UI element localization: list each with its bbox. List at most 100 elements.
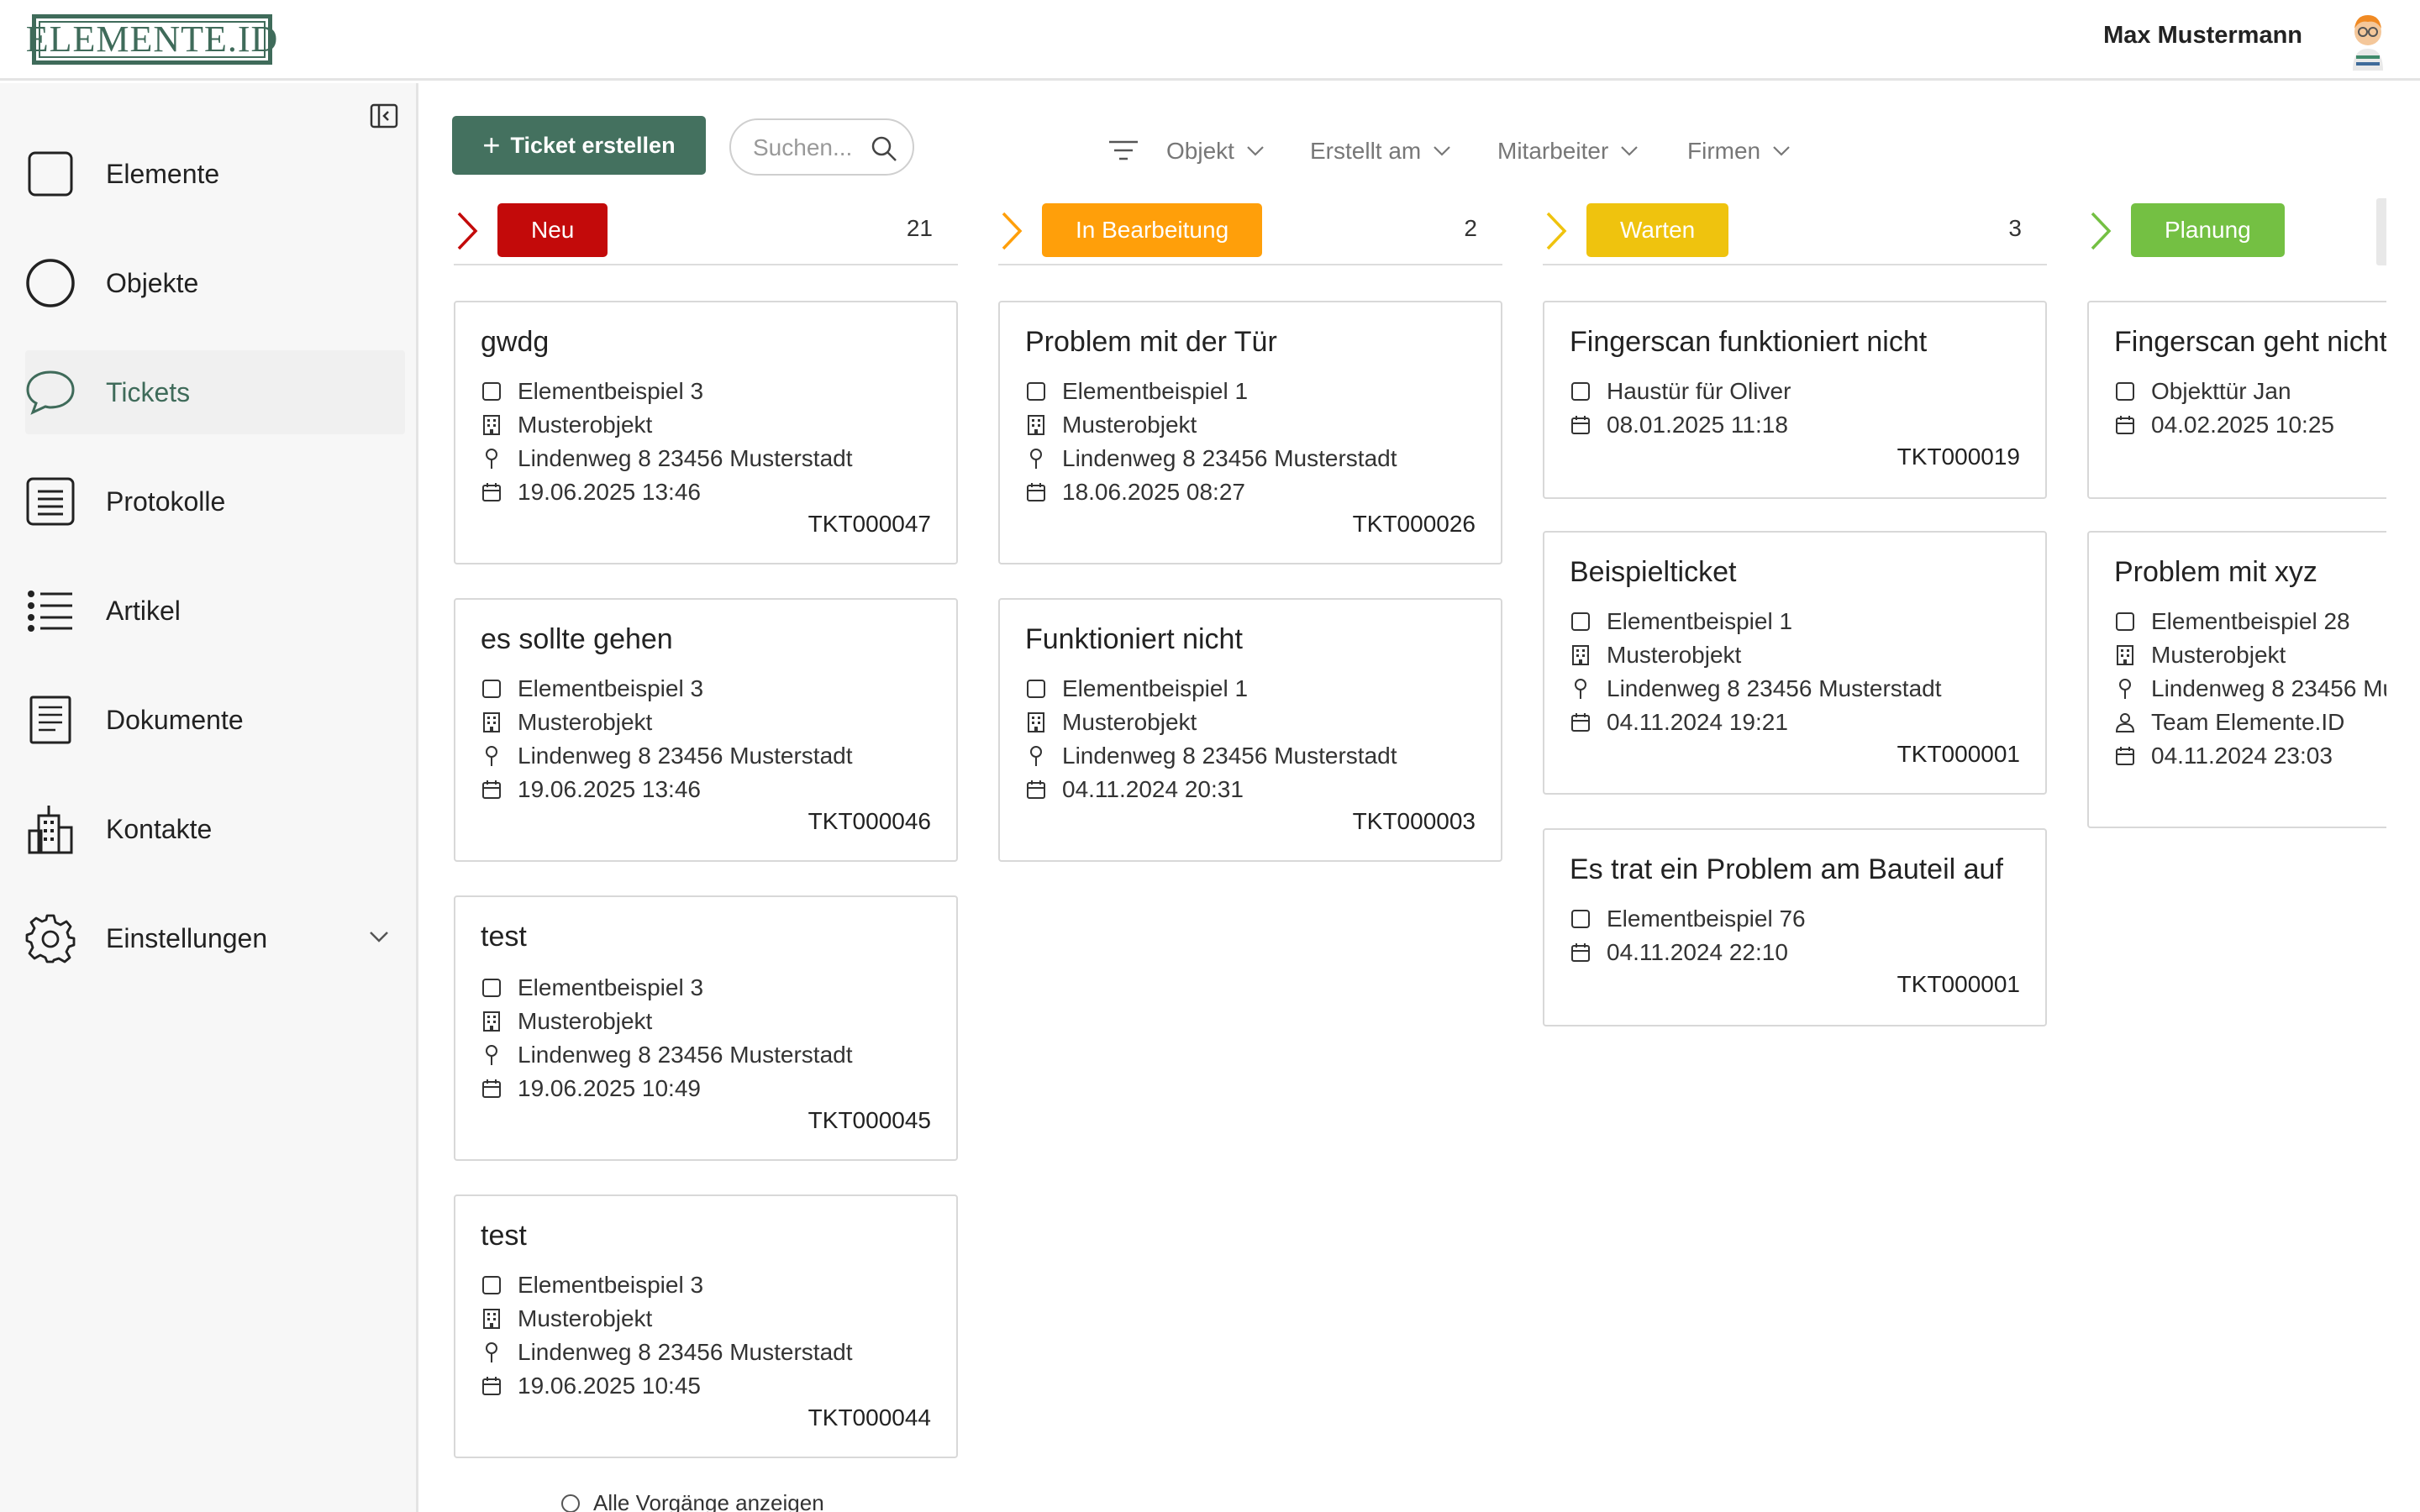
ticket-element: Elementbeispiel 3	[481, 672, 703, 706]
column-neu: Neu 21 gwdg Elementbeispiel 3 Musterobje…	[454, 203, 958, 1458]
ticket-object-text: Musterobjekt	[518, 412, 653, 438]
column-in-bearbeitung: In Bearbeitung 2 Problem mit der Tür Ele…	[998, 203, 1502, 862]
ticket-element: Objekttür Jan	[2114, 375, 2291, 408]
ticket-object: Musterobjekt	[481, 1005, 652, 1038]
ticket-date-text: 04.11.2024 19:21	[1607, 709, 1788, 735]
ticket-date-text: 19.06.2025 10:49	[518, 1075, 701, 1101]
map-pin-icon	[481, 1341, 502, 1363]
horizontal-scroll-indicator[interactable]	[2376, 198, 2386, 265]
ticket-date-text: 08.01.2025 11:18	[1607, 412, 1788, 438]
chevron-right-icon[interactable]	[2089, 210, 2112, 252]
ticket-address: Lindenweg 8 23456 Musterstadt	[1025, 739, 1397, 773]
chevron-right-icon[interactable]	[1000, 210, 1023, 252]
ticket-address: Lindenweg 8 23456 Musterstadt	[481, 1038, 853, 1072]
ticket-board: Neu 21 gwdg Elementbeispiel 3 Musterobje…	[0, 0, 2386, 1512]
ticket-date-text: 18.06.2025 08:27	[1062, 479, 1245, 505]
ticket-date: 04.11.2024 20:31	[1025, 773, 1244, 806]
ticket-card[interactable]: Funktioniert nicht Elementbeispiel 1 Mus…	[998, 598, 1502, 862]
status-badge: Planung	[2131, 203, 2285, 257]
ticket-address-text: Lindenweg 8 23456 Musterstadt	[518, 1042, 853, 1068]
ticket-element: Elementbeispiel 76	[1570, 902, 1806, 936]
ticket-card[interactable]: Es trat ein Problem am Bauteil auf Eleme…	[1543, 828, 2047, 1026]
map-pin-icon	[1025, 448, 1047, 470]
square-icon	[481, 977, 502, 999]
ticket-date: 04.02.2025 10:25	[2114, 408, 2334, 442]
calendar-icon	[481, 481, 502, 503]
ticket-object-text: Musterobjekt	[1062, 412, 1197, 438]
ticket-object: Musterobjekt	[1025, 706, 1197, 739]
ticket-element-text: Objekttür Jan	[2151, 378, 2291, 404]
calendar-icon	[2114, 745, 2136, 767]
ticket-address-text: Lindenweg 8 23456 Musterstadt	[2151, 675, 2386, 701]
status-badge: In Bearbeitung	[1042, 203, 1263, 257]
ticket-date-text: 04.11.2024 22:10	[1607, 939, 1788, 965]
ticket-title: Problem mit der Tür	[1025, 326, 1277, 358]
ticket-date: 04.11.2024 23:03	[2114, 739, 2333, 773]
column-planung: Planung Fingerscan geht nicht Objekttür …	[2087, 203, 2386, 828]
ticket-date: 04.11.2024 19:21	[1570, 706, 1788, 739]
ticket-id: TKT000045	[808, 1107, 931, 1133]
ticket-id: TKT000026	[1352, 511, 1476, 537]
show-all-label: Alle Vorgänge anzeigen	[593, 1490, 824, 1512]
ticket-card[interactable]: es sollte gehen Elementbeispiel 3 Muster…	[454, 598, 958, 862]
square-icon	[481, 678, 502, 700]
ticket-title: es sollte gehen	[481, 623, 673, 655]
ticket-date: 19.06.2025 10:49	[481, 1072, 701, 1105]
ticket-object-text: Musterobjekt	[1062, 709, 1197, 735]
ticket-title: Funktioniert nicht	[1025, 623, 1243, 655]
column-header: Warten 3	[1543, 203, 2047, 265]
square-icon	[2114, 381, 2136, 402]
ticket-address: Lindenweg 8 23456 Musterstadt	[481, 442, 853, 475]
chevron-right-icon[interactable]	[455, 210, 479, 252]
ticket-address-text: Lindenweg 8 23456 Musterstadt	[518, 1339, 853, 1365]
ticket-element-text: Elementbeispiel 76	[1607, 906, 1806, 932]
ticket-address-text: Lindenweg 8 23456 Musterstadt	[1062, 445, 1397, 471]
ticket-card[interactable]: test Elementbeispiel 3 Musterobjekt Lind…	[454, 895, 958, 1161]
ticket-card[interactable]: Problem mit der Tür Elementbeispiel 1 Mu…	[998, 301, 1502, 564]
calendar-icon	[1570, 942, 1591, 963]
chevron-right-icon[interactable]	[1544, 210, 1568, 252]
ticket-element-text: Elementbeispiel 1	[1062, 378, 1249, 404]
ticket-date-text: 04.11.2024 20:31	[1062, 776, 1244, 802]
show-all-link[interactable]: Alle Vorgänge anzeigen	[561, 1490, 824, 1512]
map-pin-icon	[481, 1044, 502, 1066]
map-pin-icon	[481, 448, 502, 470]
ticket-element: Elementbeispiel 1	[1025, 375, 1248, 408]
ticket-date: 08.01.2025 11:18	[1570, 408, 1788, 442]
ticket-date-text: 19.06.2025 13:46	[518, 776, 701, 802]
ticket-title: test	[481, 921, 527, 953]
ticket-element: Elementbeispiel 3	[481, 971, 703, 1005]
ticket-id: TKT000046	[808, 808, 931, 834]
ticket-id: TKT000003	[1352, 808, 1476, 834]
building-icon	[2114, 644, 2136, 666]
radio-icon	[561, 1494, 580, 1512]
ticket-card[interactable]: Fingerscan funktioniert nicht Haustür fü…	[1543, 301, 2047, 499]
ticket-card[interactable]: gwdg Elementbeispiel 3 Musterobjekt Lind…	[454, 301, 958, 564]
ticket-id: TKT000044	[808, 1404, 931, 1431]
ticket-date-text: 19.06.2025 10:45	[518, 1373, 701, 1399]
ticket-id: TKT000019	[1897, 444, 2020, 470]
ticket-element-text: Elementbeispiel 3	[518, 378, 704, 404]
map-pin-icon	[2114, 678, 2136, 700]
ticket-element-text: Elementbeispiel 3	[518, 974, 704, 1000]
square-icon	[481, 1274, 502, 1296]
ticket-element: Elementbeispiel 3	[481, 1268, 703, 1302]
status-badge: Warten	[1586, 203, 1729, 257]
ticket-element: Elementbeispiel 1	[1025, 672, 1248, 706]
square-icon	[1570, 908, 1591, 930]
ticket-count: 3	[2008, 215, 2022, 241]
ticket-card[interactable]: Beispielticket Elementbeispiel 1 Mustero…	[1543, 531, 2047, 795]
ticket-title: Fingerscan funktioniert nicht	[1570, 326, 1928, 358]
building-icon	[1570, 644, 1591, 666]
ticket-address: Lindenweg 8 23456 Musterstadt	[481, 1336, 853, 1369]
ticket-object-text: Musterobjekt	[2151, 642, 2286, 668]
ticket-id: TKT000047	[808, 511, 931, 537]
ticket-card[interactable]: test Elementbeispiel 3 Musterobjekt Lind…	[454, 1194, 958, 1458]
ticket-element-text: Elementbeispiel 28	[2151, 608, 2350, 634]
column-header: Planung	[2087, 203, 2386, 265]
ticket-object-text: Musterobjekt	[1607, 642, 1742, 668]
square-icon	[1570, 381, 1591, 402]
square-icon	[1025, 381, 1047, 402]
ticket-card[interactable]: Problem mit xyz Elementbeispiel 28 Muste…	[2087, 531, 2386, 828]
ticket-card[interactable]: Fingerscan geht nicht Objekttür Jan 04.0…	[2087, 301, 2386, 499]
